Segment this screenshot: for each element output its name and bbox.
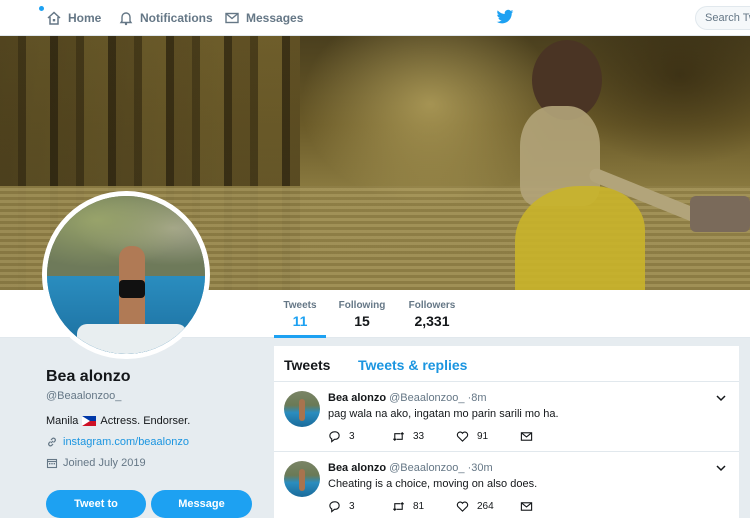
stat-tweets[interactable]: Tweets 11 bbox=[274, 300, 326, 338]
nav-notifications-label: Notifications bbox=[140, 11, 213, 25]
retweet-button[interactable]: 81 bbox=[392, 500, 424, 513]
reply-icon bbox=[329, 501, 340, 513]
reply-count: 3 bbox=[349, 501, 355, 512]
top-navigation: Home Notifications Messages Search Twi bbox=[0, 0, 750, 36]
tweet-time[interactable]: 30m bbox=[471, 462, 492, 474]
tweet-text: pag wala na ako, ingatan mo parin sarili… bbox=[328, 408, 559, 420]
tweet-header: Bea alonzo @Beaalonzoo_ ·30m bbox=[328, 462, 493, 474]
tweet-time[interactable]: 8m bbox=[471, 392, 486, 404]
heart-icon bbox=[456, 501, 469, 512]
profile-bio: Manila Actress. Endorser. bbox=[46, 415, 266, 427]
tweet-author-handle: @Beaalonzoo_ bbox=[389, 392, 465, 404]
profile-link-url[interactable]: instagram.com/beaalonzo bbox=[63, 436, 189, 448]
nav-notifications[interactable]: Notifications bbox=[118, 0, 213, 36]
like-button[interactable]: 264 bbox=[456, 500, 494, 513]
search-input[interactable]: Search Twi bbox=[695, 6, 750, 30]
profile-handle[interactable]: @Beaalonzoo_ bbox=[46, 390, 266, 402]
stat-following[interactable]: Following 15 bbox=[336, 300, 388, 329]
nav-messages-label: Messages bbox=[246, 11, 304, 25]
like-count: 91 bbox=[477, 431, 489, 442]
profile-avatar[interactable] bbox=[42, 191, 210, 359]
tweet-author-handle: @Beaalonzoo_ bbox=[389, 462, 465, 474]
tweet-avatar[interactable] bbox=[284, 391, 320, 427]
nav-home[interactable]: Home bbox=[46, 0, 101, 36]
profile-link: instagram.com/beaalonzo bbox=[46, 436, 266, 448]
tweet-item[interactable]: Bea alonzo @Beaalonzoo_ ·8m pag wala na … bbox=[274, 382, 739, 452]
stat-tweets-label: Tweets bbox=[283, 300, 317, 311]
tweet-to-button[interactable]: Tweet to bbox=[46, 490, 146, 518]
stat-tweets-value: 11 bbox=[292, 313, 308, 329]
stat-following-value: 15 bbox=[354, 313, 370, 329]
retweet-count: 33 bbox=[413, 431, 425, 442]
stat-followers[interactable]: Followers 2,331 bbox=[405, 300, 459, 329]
philippines-flag-icon bbox=[82, 416, 97, 426]
chevron-down-icon[interactable] bbox=[715, 392, 727, 404]
profile-joined-text: Joined July 2019 bbox=[63, 457, 146, 469]
tweet-text: Cheating is a choice, moving on also doe… bbox=[328, 478, 538, 490]
tab-tweets-and-replies[interactable]: Tweets & replies bbox=[358, 357, 467, 373]
tweet-item[interactable]: Bea alonzo @Beaalonzoo_ ·30m Cheating is… bbox=[274, 452, 739, 518]
envelope-icon bbox=[520, 502, 533, 511]
profile-card: Bea alonzo @Beaalonzoo_ Manila Actress. … bbox=[46, 368, 266, 469]
home-icon bbox=[47, 11, 61, 25]
message-button[interactable]: Message bbox=[151, 490, 252, 518]
tweet-actions: 3 33 91 bbox=[328, 430, 548, 444]
like-count: 264 bbox=[477, 501, 494, 512]
stat-followers-value: 2,331 bbox=[414, 313, 450, 329]
twitter-bird-icon[interactable] bbox=[496, 9, 514, 25]
bell-icon bbox=[119, 12, 133, 26]
retweet-count: 81 bbox=[413, 501, 425, 512]
envelope-icon bbox=[225, 12, 239, 24]
stat-followers-label: Followers bbox=[408, 300, 456, 311]
direct-message-button[interactable] bbox=[520, 430, 533, 443]
tweet-header: Bea alonzo @Beaalonzoo_ ·8m bbox=[328, 392, 487, 404]
reply-count: 3 bbox=[349, 431, 355, 442]
tweet-author-name[interactable]: Bea alonzo bbox=[328, 392, 386, 404]
nav-home-label: Home bbox=[68, 11, 102, 25]
calendar-icon bbox=[46, 458, 58, 469]
retweet-icon bbox=[392, 501, 405, 512]
link-icon bbox=[48, 437, 56, 447]
envelope-icon bbox=[520, 432, 533, 441]
timeline: Tweets Tweets & replies Bea alonzo @Beaa… bbox=[274, 346, 739, 518]
chevron-down-icon[interactable] bbox=[715, 462, 727, 474]
heart-icon bbox=[456, 431, 469, 442]
tweet-author-name[interactable]: Bea alonzo bbox=[328, 462, 386, 474]
reply-button[interactable]: 3 bbox=[328, 430, 355, 443]
profile-name[interactable]: Bea alonzo bbox=[46, 368, 266, 386]
retweet-button[interactable]: 33 bbox=[392, 430, 424, 443]
nav-messages[interactable]: Messages bbox=[224, 0, 303, 36]
bio-location: Manila bbox=[46, 415, 79, 427]
direct-message-button[interactable] bbox=[520, 500, 533, 513]
retweet-icon bbox=[392, 431, 405, 442]
reply-button[interactable]: 3 bbox=[328, 500, 355, 513]
bio-text: Actress. Endorser. bbox=[100, 415, 191, 427]
stat-following-label: Following bbox=[338, 300, 386, 311]
timeline-tabs: Tweets Tweets & replies bbox=[274, 346, 739, 382]
tweet-avatar[interactable] bbox=[284, 461, 320, 497]
reply-icon bbox=[329, 431, 340, 443]
like-button[interactable]: 91 bbox=[456, 430, 488, 443]
profile-joined: Joined July 2019 bbox=[46, 457, 266, 469]
tweet-actions: 3 81 264 bbox=[328, 500, 548, 514]
notification-dot bbox=[39, 6, 44, 11]
tab-tweets[interactable]: Tweets bbox=[284, 357, 330, 373]
